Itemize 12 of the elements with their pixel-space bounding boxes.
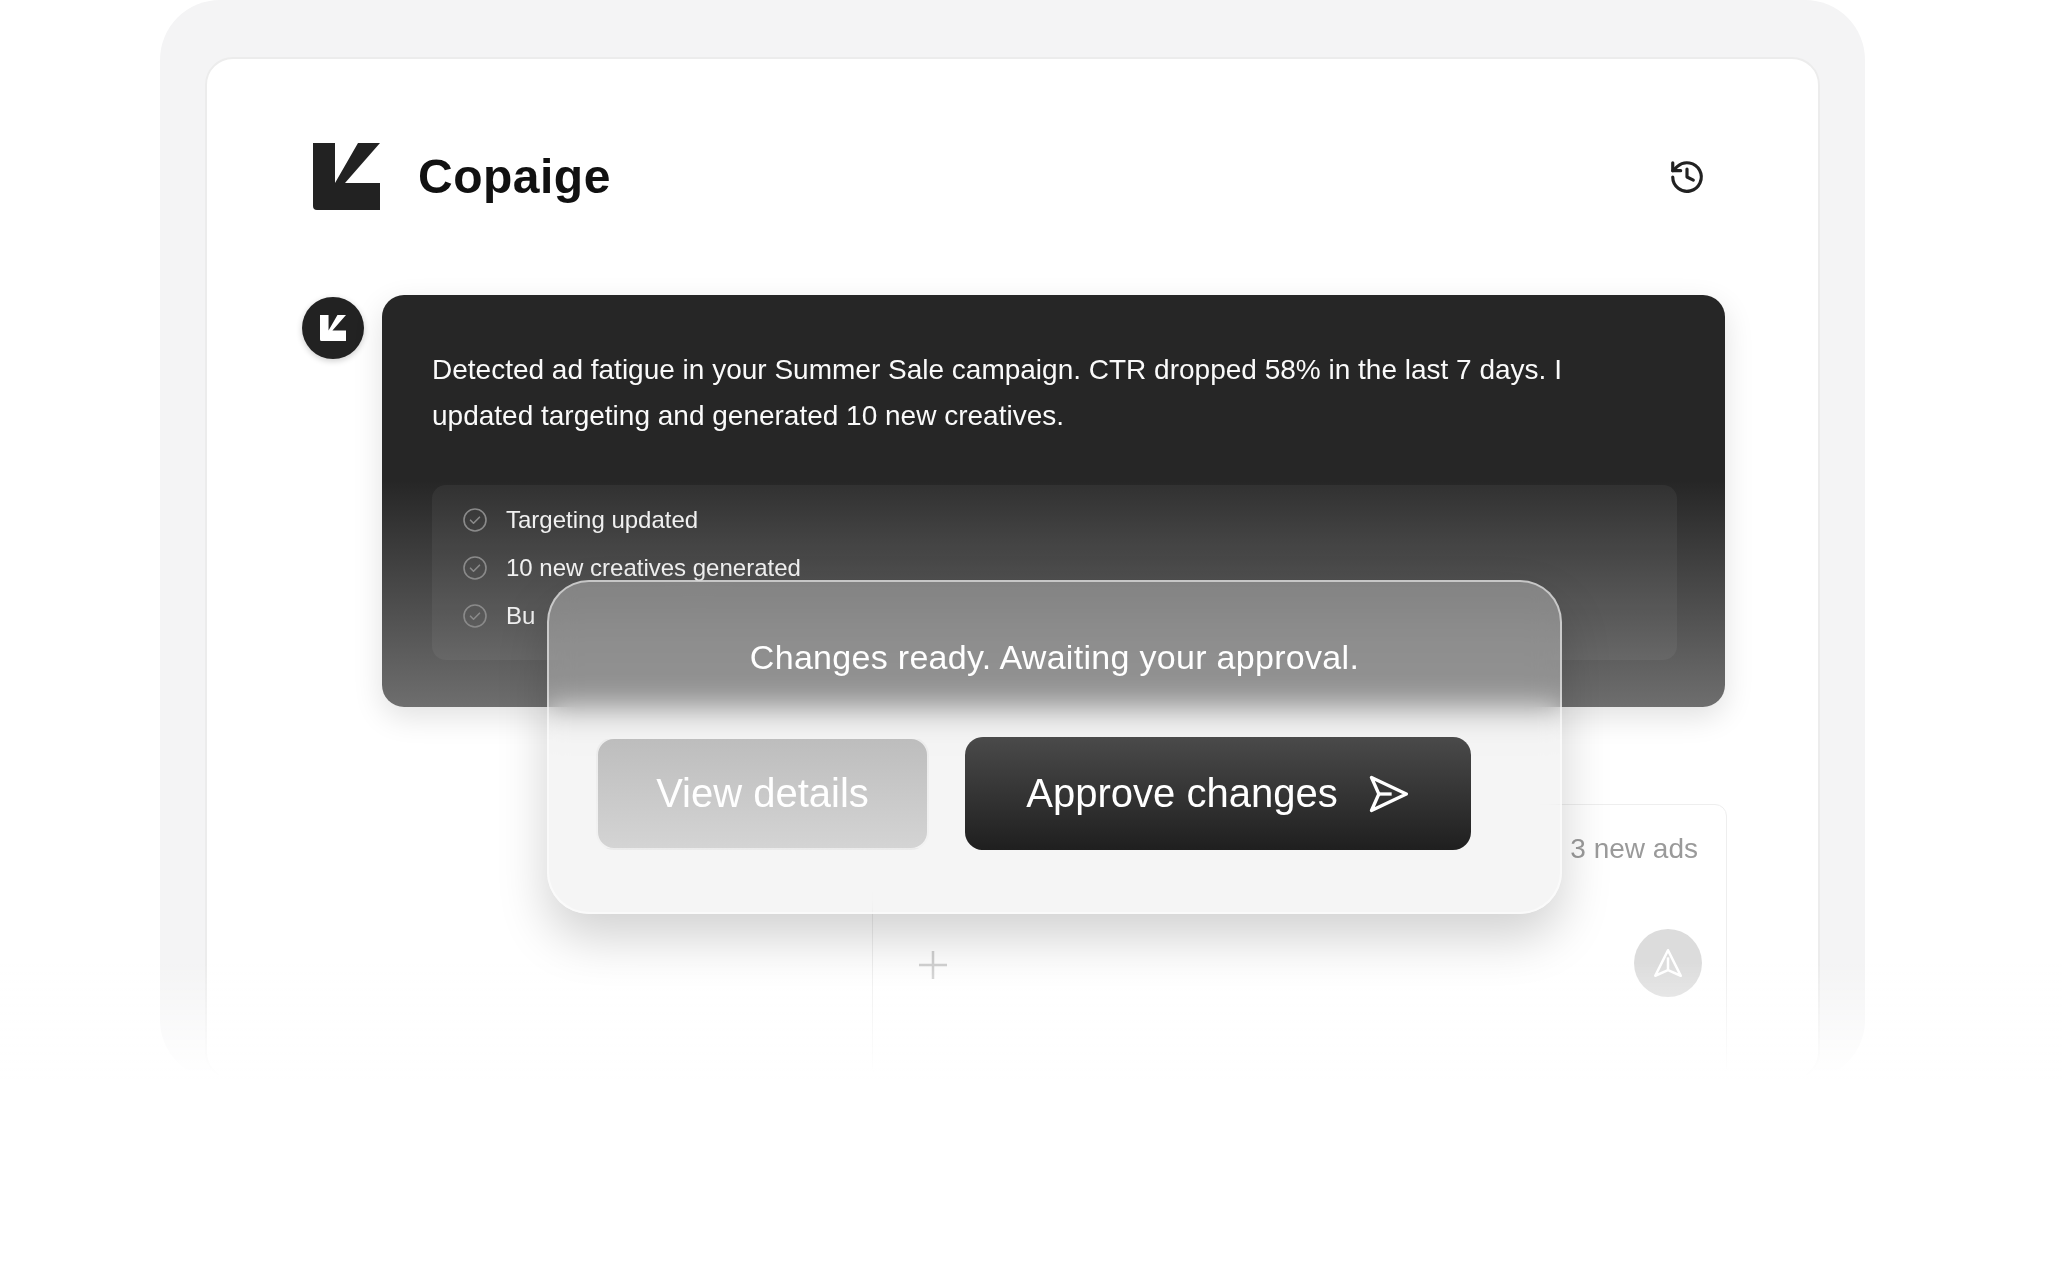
- logo-icon: [313, 143, 380, 210]
- logo-icon: [320, 315, 346, 341]
- composer-text: 3 new ads: [1570, 833, 1698, 865]
- task-label: Targeting updated: [506, 505, 699, 535]
- send-icon: [1651, 946, 1685, 980]
- view-details-button[interactable]: View details: [596, 737, 929, 850]
- task-label: 10 new creatives generated: [506, 553, 801, 583]
- app-name: Copaige: [418, 149, 611, 204]
- dialog-title: Changes ready. Awaiting your approval.: [749, 638, 1360, 677]
- message-text: Detected ad fatigue in your Summer Sale campaign. CTR dropped 58% in the last 7 days. I updated targeting and generated 10 new creatives.: [432, 353, 1563, 433]
- task-label: Bu: [506, 601, 536, 631]
- approve-button[interactable]: Approve changes: [965, 737, 1471, 850]
